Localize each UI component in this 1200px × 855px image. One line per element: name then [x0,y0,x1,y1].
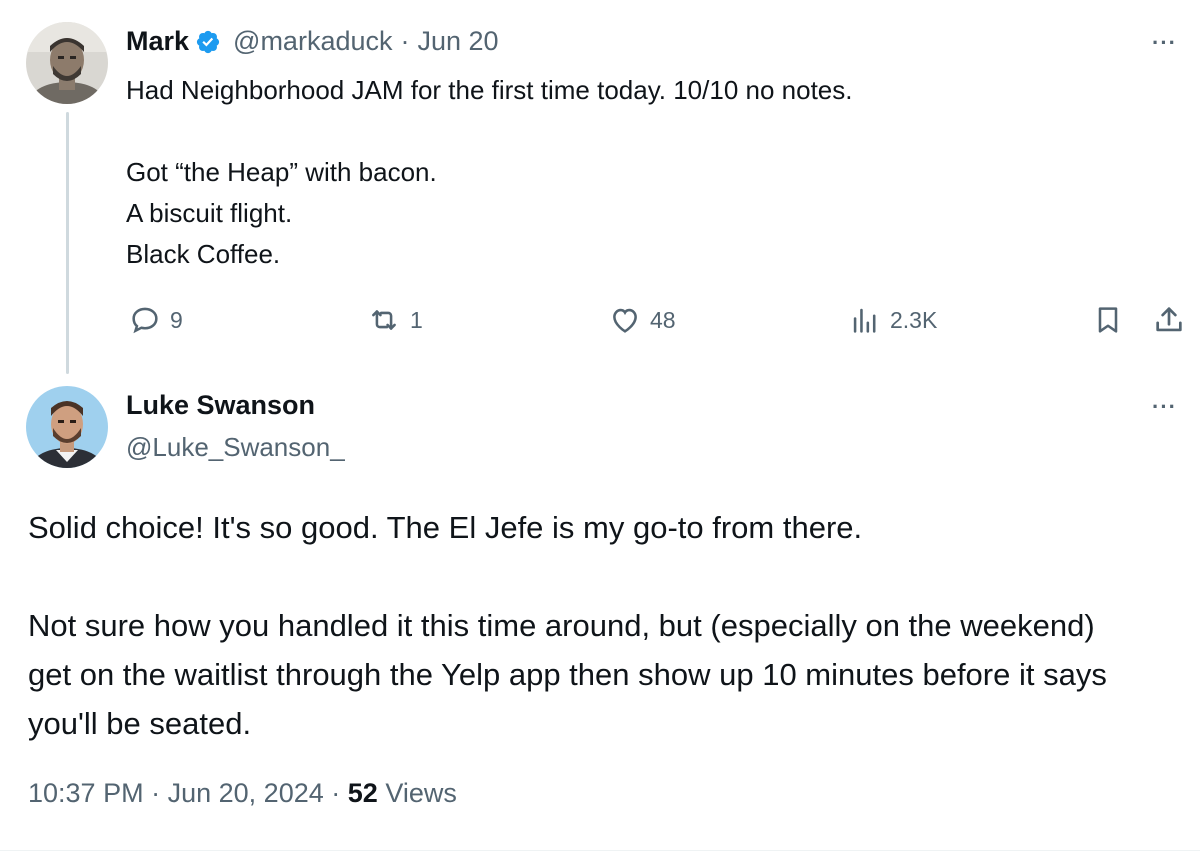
more-options-icon[interactable]: ··· [1152,30,1177,56]
tweet-text-line: Got “the Heap” with bacon. [126,157,437,187]
repost-count: 1 [410,306,423,333]
verified-badge-icon[interactable] [195,29,221,55]
meta-separator: · [151,778,161,808]
tweet-text-line: Had Neighborhood JAM for the first time … [126,75,853,105]
meta-separator: · [331,778,341,808]
author-name[interactable]: Mark [126,26,189,57]
tweet-parent-header: Mark @markaduck · Jun 20 [126,26,499,57]
tweet-date[interactable]: Jun 20 [418,26,499,57]
repost-button[interactable]: 1 [366,304,423,336]
tweet-paragraph: Solid choice! It's so good. The El Jefe … [28,510,863,545]
share-upload-icon[interactable] [1152,303,1186,337]
avatar-luke[interactable] [26,386,108,468]
header-separator: · [400,26,410,56]
avatar-mark[interactable] [26,22,108,104]
tweet-paragraph: Not sure how you handled it this time ar… [28,608,1107,741]
bar-chart-icon [853,308,876,333]
tweet-main-text: Solid choice! It's so good. The El Jefe … [28,503,1168,748]
thread-connector-line [66,112,69,374]
more-options-icon[interactable]: ··· [1152,394,1177,420]
speech-bubble-icon [132,307,158,334]
heart-icon [613,308,637,333]
reply-button[interactable]: 9 [128,304,183,336]
author-name[interactable]: Luke Swanson [126,390,315,421]
views-button[interactable]: 2.3K [848,304,937,336]
views-count: 52 [347,778,378,808]
tweet-text-line: Black Coffee. [126,239,281,269]
repost-arrows-icon [372,310,396,330]
author-handle[interactable]: @markaduck [233,26,392,57]
tweet-text-blank-line [126,111,1126,152]
views-label: Views [385,778,457,808]
reply-count: 9 [170,306,183,333]
tweet-meta: 10:37 PM · Jun 20, 2024 · 52 Views [28,778,457,809]
author-handle[interactable]: @Luke_Swanson_ [126,432,345,463]
views-count: 2.3K [890,306,938,333]
tweet-text-line: A biscuit flight. [126,198,293,228]
like-button[interactable]: 48 [608,304,676,336]
tweet-parent-text: Had Neighborhood JAM for the first time … [126,70,1126,275]
divider [0,850,1200,851]
tweet-full-date[interactable]: Jun 20, 2024 [168,778,324,808]
tweet-time[interactable]: 10:37 PM [28,778,144,808]
bookmark-icon[interactable] [1092,304,1124,336]
like-count: 48 [650,306,676,333]
